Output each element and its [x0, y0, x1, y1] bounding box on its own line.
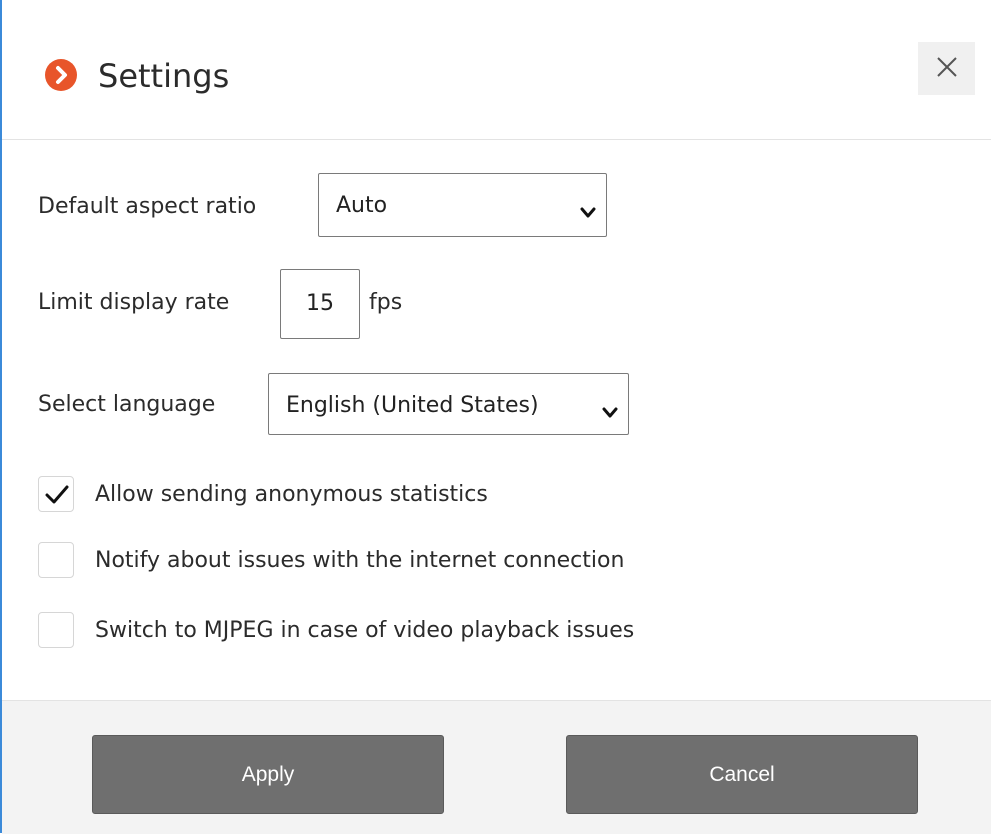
- chevron-down-icon: [580, 199, 596, 218]
- statistics-option-label: Allow sending anonymous statistics: [95, 482, 488, 507]
- language-label: Select language: [38, 392, 216, 417]
- chevron-down-icon: [602, 399, 618, 418]
- mjpeg-switch-checkbox[interactable]: [38, 612, 74, 648]
- aspect-ratio-select[interactable]: Auto: [318, 173, 607, 237]
- display-rate-unit: fps: [369, 290, 403, 315]
- display-rate-label: Limit display rate: [38, 290, 230, 315]
- language-value: English (United States): [286, 393, 539, 418]
- aspect-ratio-value: Auto: [336, 193, 388, 218]
- mjpeg-switch-option-label: Switch to MJPEG in case of video playbac…: [95, 618, 635, 643]
- chevron-right-circle-icon: [45, 59, 77, 91]
- apply-button[interactable]: Apply: [92, 735, 444, 814]
- dialog-header: Settings: [2, 0, 991, 140]
- display-rate-input[interactable]: 15: [280, 269, 360, 339]
- internet-notify-checkbox[interactable]: [38, 542, 74, 578]
- cancel-button[interactable]: Cancel: [566, 735, 918, 814]
- dialog-body: Default aspect ratio Auto Limit display …: [2, 140, 991, 699]
- internet-notify-option-label: Notify about issues with the internet co…: [95, 548, 625, 573]
- statistics-checkbox[interactable]: [38, 476, 74, 512]
- aspect-ratio-label: Default aspect ratio: [38, 194, 257, 219]
- close-icon: [936, 56, 958, 82]
- settings-dialog: Settings Default aspect ratio Auto Limit…: [0, 0, 991, 834]
- dialog-footer: Apply Cancel: [2, 700, 991, 834]
- language-select[interactable]: English (United States): [268, 373, 629, 435]
- dialog-title: Settings: [98, 57, 230, 95]
- close-button[interactable]: [918, 42, 975, 95]
